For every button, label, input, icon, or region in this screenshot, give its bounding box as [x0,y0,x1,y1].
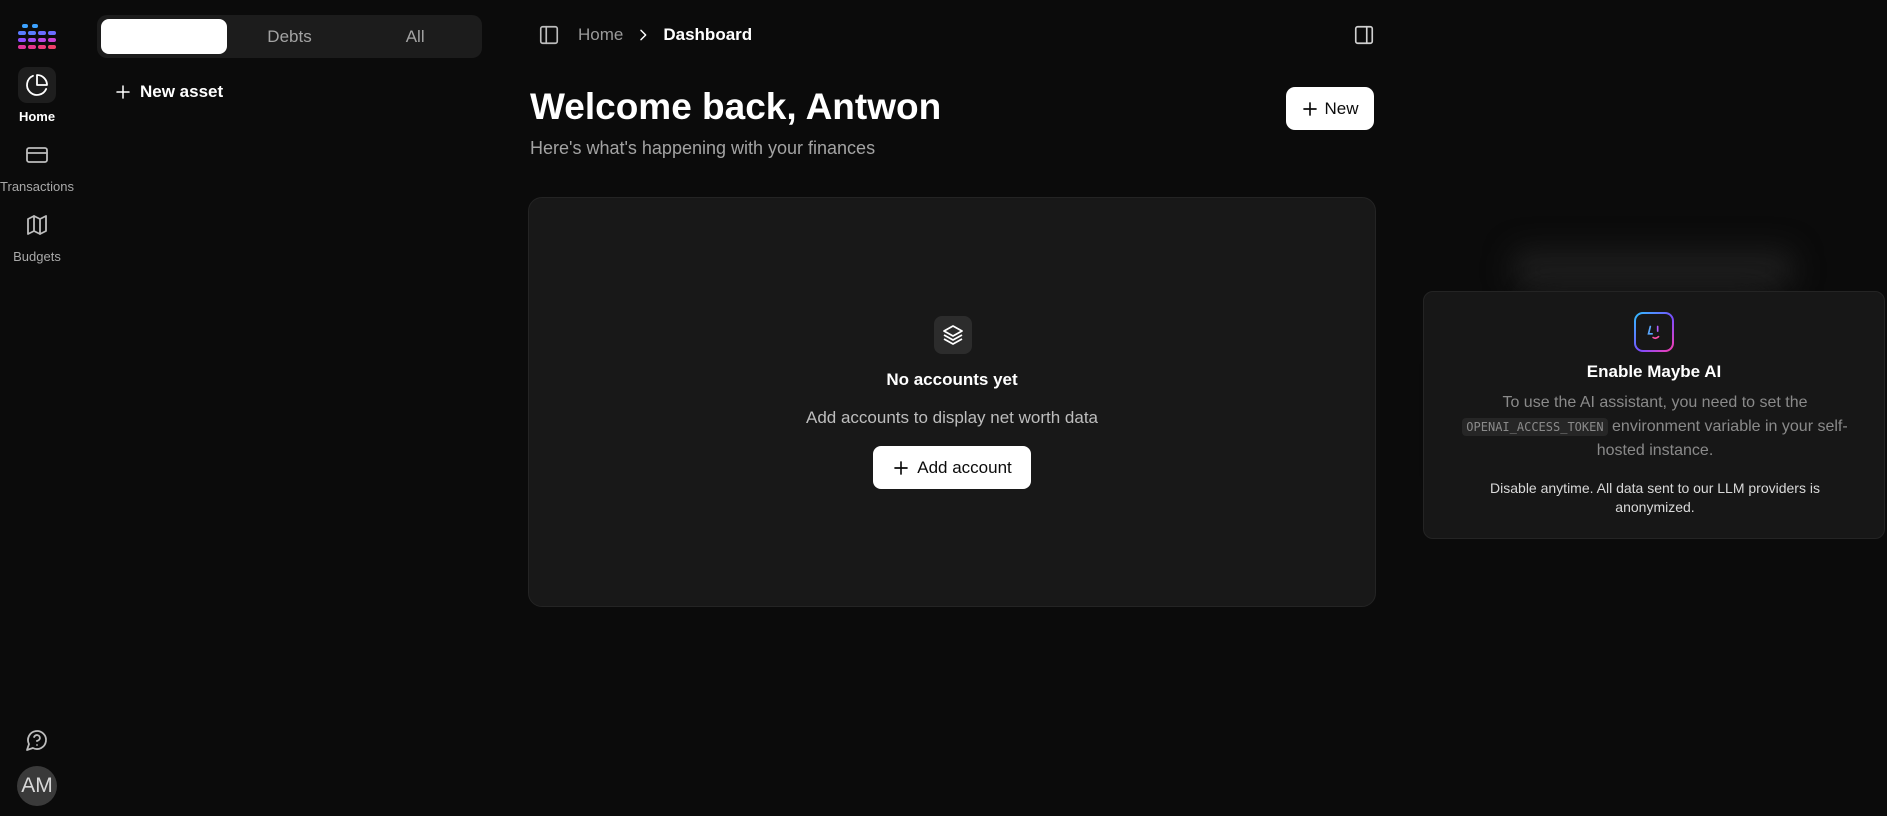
net-worth-card: No accounts yet Add accounts to display … [528,197,1376,607]
breadcrumb: Home Dashboard [538,24,1375,46]
empty-state-subtitle: Add accounts to display net worth data [805,408,1098,427]
plus-icon [894,460,909,475]
enable-ai-card: Enable Maybe AI To use the AI assistant,… [1423,291,1885,539]
sidebar-item-label: Budgets [13,249,61,264]
accounts-panel: Debts All New asset [97,15,482,102]
env-var-code: OPENAI_ACCESS_TOKEN [1462,418,1608,436]
page-subtitle: Here's what's happening with your financ… [530,138,876,158]
new-asset-button[interactable]: New asset [114,82,482,102]
chevron-right-icon [635,27,651,43]
pie-chart-icon [18,67,56,103]
sidebar-item-label: Transactions [0,179,74,194]
sidebar-item-home[interactable]: Home [0,67,74,124]
plus-icon [116,85,130,99]
breadcrumb-home[interactable]: Home [578,25,623,45]
ai-text-before: To use the AI assistant, you need to set… [1502,394,1808,411]
ai-card-title: Enable Maybe AI [1586,362,1722,381]
new-button[interactable]: New [1286,87,1374,130]
tab-assets[interactable] [101,19,227,54]
new-button-label: New [1324,98,1359,118]
sidebar-item-transactions[interactable]: Transactions [0,137,74,194]
layers-icon [934,316,972,354]
ai-card-note: Disable anytime. All data sent to our LL… [1490,480,1820,515]
right-panel-toggle-icon[interactable] [1353,24,1375,46]
tab-debts[interactable]: Debts [227,19,353,54]
top-bar: Home Dashboard [538,24,1375,50]
avatar[interactable]: AM [17,766,57,806]
breadcrumb-current: Dashboard [663,25,753,44]
credit-card-icon [18,137,56,173]
ai-text-after: environment variable in your self-hosted… [1596,418,1848,459]
sidebar-item-budgets[interactable]: Budgets [0,207,74,264]
ai-logo-icon [1634,312,1674,352]
blurred-placeholder [1513,250,1793,290]
sidebar-toggle-icon[interactable] [538,24,560,46]
app-logo[interactable] [17,22,57,52]
empty-state-title: No accounts yet [886,370,1018,389]
plus-icon [1303,101,1318,116]
rail-bottom: AM [0,728,74,816]
avatar-initials: AM [21,774,53,797]
add-account-button[interactable]: Add account [873,446,1031,489]
tab-all[interactable]: All [352,19,478,54]
map-icon [18,207,56,243]
page-title: Welcome back, Antwon [530,86,942,127]
help-circle-icon[interactable] [25,728,49,752]
sidebar-item-label: Home [18,109,56,124]
nav-rail: Home Transactions Budgets AM [0,0,74,816]
ai-card-description: To use the AI assistant, you need to set… [1444,391,1866,463]
new-asset-label: New asset [140,82,224,101]
add-account-label: Add account [917,457,1012,477]
account-type-tabs: Debts All [97,15,482,58]
